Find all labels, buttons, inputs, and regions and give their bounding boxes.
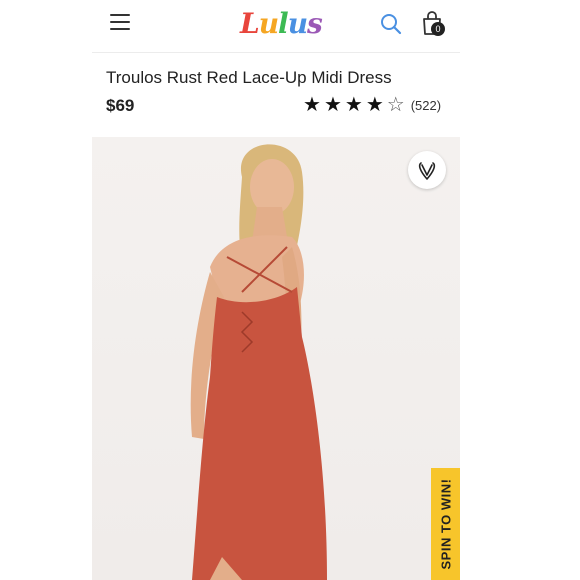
star-filled-icon: ★: [365, 94, 384, 116]
product-image[interactable]: [92, 137, 460, 580]
search-icon[interactable]: [380, 13, 402, 35]
spin-to-win-tab[interactable]: SPIN TO WIN!: [431, 468, 460, 580]
favorite-button[interactable]: [408, 151, 446, 189]
model-photo: [190, 144, 327, 580]
lulus-logo[interactable]: Lulus: [240, 6, 323, 42]
heart-outline-icon: [418, 162, 436, 180]
site-header: Lulus 0: [92, 0, 460, 53]
star-filled-icon: ★: [344, 94, 363, 116]
spin-to-win-label: SPIN TO WIN!: [438, 478, 453, 570]
product-title: Troulos Rust Red Lace-Up Midi Dress: [106, 68, 392, 87]
star-filled-icon: ★: [303, 94, 321, 116]
product-rating[interactable]: ★ ★ ★ ★ ☆ (522): [303, 95, 441, 115]
product-price: $69: [106, 96, 135, 115]
star-filled-icon: ★: [323, 94, 342, 116]
star-empty-icon: ☆: [386, 94, 405, 116]
hamburger-menu-icon[interactable]: [110, 14, 130, 32]
cart-count-badge: 0: [431, 22, 445, 36]
review-count: (522): [410, 97, 442, 113]
